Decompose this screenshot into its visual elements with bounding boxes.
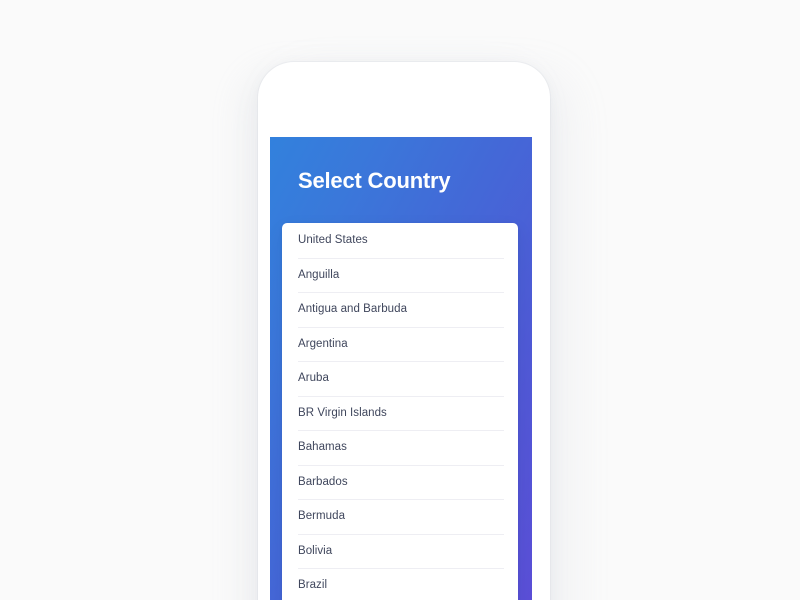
page-title: Select Country [298,168,451,193]
list-item[interactable]: Bolivia [282,533,518,569]
country-name-label: BR Virgin Islands [298,406,387,419]
country-name-label: Aruba [298,372,329,385]
mockup-stage: Select Country United States Anguilla Anti… [0,0,800,600]
list-item[interactable]: Anguilla [282,257,518,293]
list-item[interactable]: Antigua and Barbuda [282,292,518,327]
country-list[interactable]: United States Anguilla Antigua and Barbuda… [282,223,518,600]
country-name-label: Barbados [298,475,348,488]
list-item[interactable]: Argentina [282,326,518,362]
country-name-label: Bahamas [298,441,347,454]
country-name-label: Bermuda [298,510,346,523]
list-item[interactable]: Bermuda [282,499,518,534]
country-name-label: United States [298,234,368,247]
country-name-label: Antigua and Barbuda [298,303,408,316]
country-name-label: Argentina [298,337,348,350]
list-item[interactable]: Aruba [282,361,518,396]
country-name-label: Anguilla [298,268,340,281]
country-selection-card: United States Anguilla Antigua and Barbuda… [282,223,518,600]
country-name-label: Brazil [298,579,328,592]
list-item[interactable]: BR Virgin Islands [282,395,518,431]
app-screen: Select Country United States Anguilla Anti… [270,137,532,600]
app-header: Select Country [270,137,532,223]
list-item[interactable]: Bahamas [282,430,518,465]
list-item[interactable]: Barbados [282,464,518,500]
list-item[interactable]: Brazil [282,568,518,600]
country-name-label: Bolivia [298,544,333,557]
list-item[interactable]: United States [282,223,518,258]
